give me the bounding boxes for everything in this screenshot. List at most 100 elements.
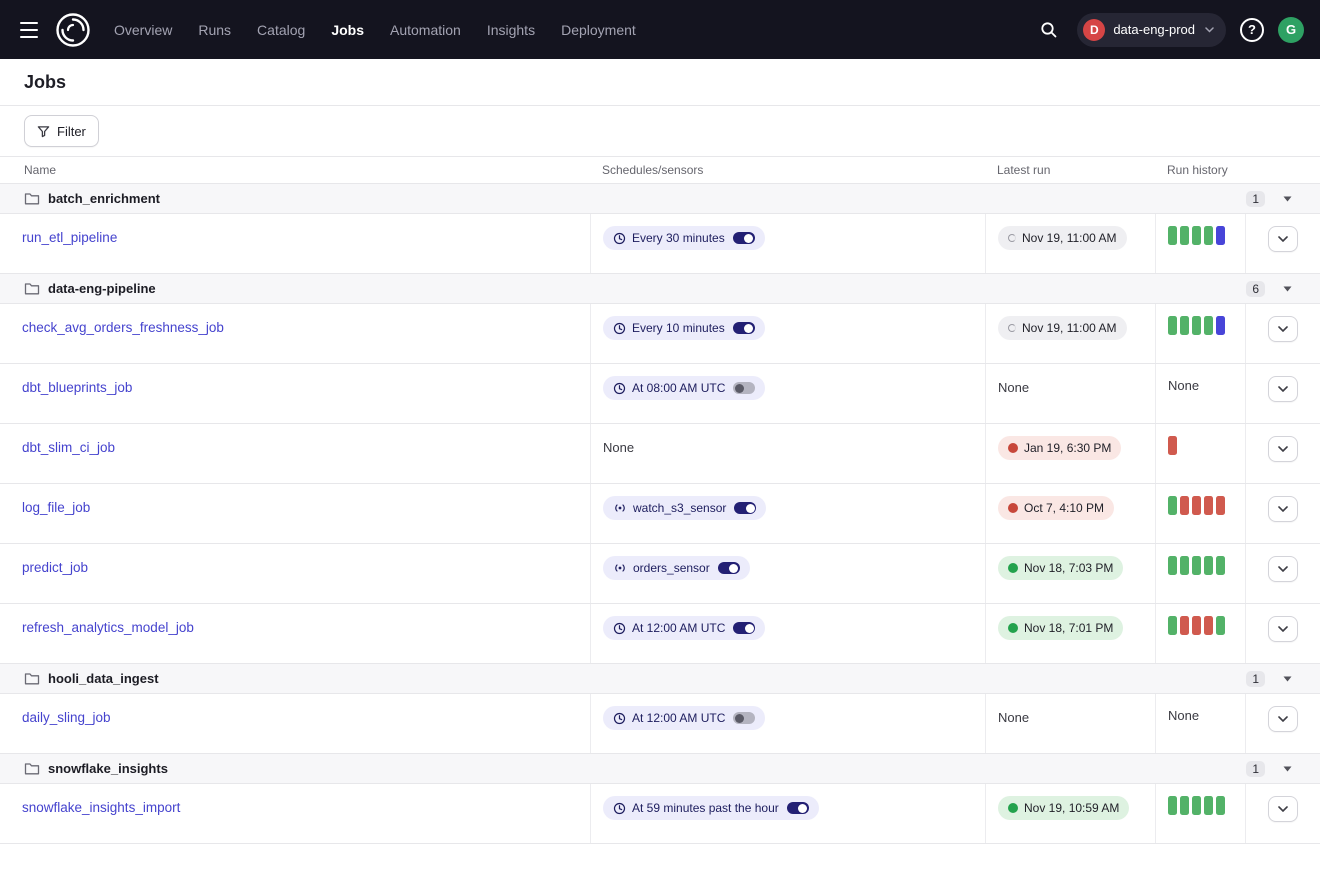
expand-row-button[interactable] (1268, 616, 1298, 642)
nav-link-automation[interactable]: Automation (390, 22, 461, 38)
latest-run-pill[interactable]: Nov 19, 11:00 AM (998, 316, 1127, 340)
expand-row-button[interactable] (1268, 436, 1298, 462)
group-row-snowflake-insights[interactable]: snowflake_insights 1 (0, 754, 1320, 784)
schedule-pill[interactable]: watch_s3_sensor (603, 496, 766, 520)
job-name-link[interactable]: run_etl_pipeline (22, 230, 117, 245)
expand-row-button[interactable] (1268, 796, 1298, 822)
run-history-bar[interactable] (1192, 556, 1201, 575)
expand-row-button[interactable] (1268, 706, 1298, 732)
run-history-bar[interactable] (1168, 556, 1177, 575)
schedule-pill[interactable]: Every 10 minutes (603, 316, 765, 340)
caret-down-icon[interactable] (1279, 676, 1296, 682)
job-name-link[interactable]: snowflake_insights_import (22, 800, 180, 815)
schedule-label: At 12:00 AM UTC (632, 621, 725, 635)
nav-link-deployment[interactable]: Deployment (561, 22, 636, 38)
run-history-bar[interactable] (1216, 496, 1225, 515)
job-row: predict_job orders_sensor orders_sensor … (0, 544, 1320, 604)
run-history-bar[interactable] (1168, 316, 1177, 335)
caret-down-icon[interactable] (1279, 196, 1296, 202)
job-name-link[interactable]: log_file_job (22, 500, 90, 515)
run-history-bar[interactable] (1180, 316, 1189, 335)
schedule-toggle[interactable] (787, 802, 809, 814)
caret-down-icon[interactable] (1279, 286, 1296, 292)
schedule-pill[interactable]: At 08:00 AM UTC (603, 376, 765, 400)
run-history-bar[interactable] (1180, 616, 1189, 635)
user-avatar[interactable]: G (1278, 17, 1304, 43)
schedule-toggle[interactable] (733, 622, 755, 634)
job-name-link[interactable]: refresh_analytics_model_job (22, 620, 194, 635)
run-history-bar[interactable] (1192, 226, 1201, 245)
nav-link-overview[interactable]: Overview (114, 22, 172, 38)
schedule-toggle[interactable] (733, 712, 755, 724)
latest-run-pill[interactable]: Nov 18, 7:03 PM (998, 556, 1123, 580)
latest-run-pill[interactable]: Nov 19, 10:59 AM (998, 796, 1129, 820)
run-history-bar[interactable] (1192, 616, 1201, 635)
run-history-bar[interactable] (1180, 796, 1189, 815)
run-history-bar[interactable] (1168, 436, 1177, 455)
schedule-pill[interactable]: At 59 minutes past the hour (603, 796, 819, 820)
run-history-bar[interactable] (1216, 616, 1225, 635)
run-history-bar[interactable] (1204, 796, 1213, 815)
schedule-toggle[interactable] (733, 322, 755, 334)
run-status-icon (1008, 503, 1018, 513)
run-history-bar[interactable] (1192, 496, 1201, 515)
run-history-bar[interactable] (1204, 226, 1213, 245)
run-history-bar[interactable] (1168, 616, 1177, 635)
nav-link-jobs[interactable]: Jobs (331, 22, 364, 38)
run-history-bar[interactable] (1180, 226, 1189, 245)
run-history-bar[interactable] (1192, 316, 1201, 335)
run-history-bar[interactable] (1216, 556, 1225, 575)
schedule-pill[interactable]: At 12:00 AM UTC (603, 706, 765, 730)
latest-run-pill[interactable]: Oct 7, 4:10 PM (998, 496, 1114, 520)
schedule-pill[interactable]: orders_sensor (603, 556, 750, 580)
menu-button[interactable] (16, 20, 42, 40)
schedule-toggle[interactable] (718, 562, 740, 574)
run-history-bar[interactable] (1204, 496, 1213, 515)
run-history-bar[interactable] (1168, 226, 1177, 245)
latest-run-pill[interactable]: Nov 19, 11:00 AM (998, 226, 1127, 250)
expand-row-button[interactable] (1268, 316, 1298, 342)
run-history-bar[interactable] (1216, 226, 1225, 245)
group-row-data-eng-pipeline[interactable]: data-eng-pipeline 6 (0, 274, 1320, 304)
schedule-toggle[interactable] (733, 382, 755, 394)
filter-button[interactable]: Filter (24, 115, 99, 147)
search-button[interactable] (1035, 16, 1063, 44)
nav-link-runs[interactable]: Runs (198, 22, 231, 38)
group-row-hooli-data-ingest[interactable]: hooli_data_ingest 1 (0, 664, 1320, 694)
group-row-batch-enrichment[interactable]: batch_enrichment 1 (0, 184, 1320, 214)
job-name-link[interactable]: dbt_slim_ci_job (22, 440, 115, 455)
latest-run-pill[interactable]: Jan 19, 6:30 PM (998, 436, 1121, 460)
expand-row-button[interactable] (1268, 376, 1298, 402)
schedule-pill[interactable]: Every 30 minutes (603, 226, 765, 250)
run-history-bar[interactable] (1192, 796, 1201, 815)
dagster-logo[interactable] (54, 11, 92, 49)
column-header-latest-run: Latest run (985, 163, 1155, 177)
expand-row-button[interactable] (1268, 226, 1298, 252)
caret-down-icon[interactable] (1279, 766, 1296, 772)
schedule-toggle[interactable] (734, 502, 756, 514)
expand-row-button[interactable] (1268, 556, 1298, 582)
nav-link-catalog[interactable]: Catalog (257, 22, 305, 38)
deployment-switcher[interactable]: D data-eng-prod (1077, 13, 1226, 47)
nav-link-insights[interactable]: Insights (487, 22, 535, 38)
run-history-bar[interactable] (1204, 316, 1213, 335)
run-history-bar[interactable] (1216, 796, 1225, 815)
job-name-link[interactable]: dbt_blueprints_job (22, 380, 132, 395)
help-button[interactable]: ? (1240, 18, 1264, 42)
latest-run-cell: None None (985, 364, 1155, 423)
job-name-link[interactable]: daily_sling_job (22, 710, 111, 725)
schedule-label: At 12:00 AM UTC (632, 711, 725, 725)
schedule-pill[interactable]: At 12:00 AM UTC (603, 616, 765, 640)
run-history-bar[interactable] (1204, 616, 1213, 635)
job-name-link[interactable]: predict_job (22, 560, 88, 575)
run-history-bar[interactable] (1168, 796, 1177, 815)
run-history-bar[interactable] (1204, 556, 1213, 575)
job-name-link[interactable]: check_avg_orders_freshness_job (22, 320, 224, 335)
run-history-bar[interactable] (1180, 496, 1189, 515)
latest-run-pill[interactable]: Nov 18, 7:01 PM (998, 616, 1123, 640)
expand-row-button[interactable] (1268, 496, 1298, 522)
schedule-toggle[interactable] (733, 232, 755, 244)
run-history-bar[interactable] (1168, 496, 1177, 515)
run-history-bar[interactable] (1216, 316, 1225, 335)
run-history-bar[interactable] (1180, 556, 1189, 575)
